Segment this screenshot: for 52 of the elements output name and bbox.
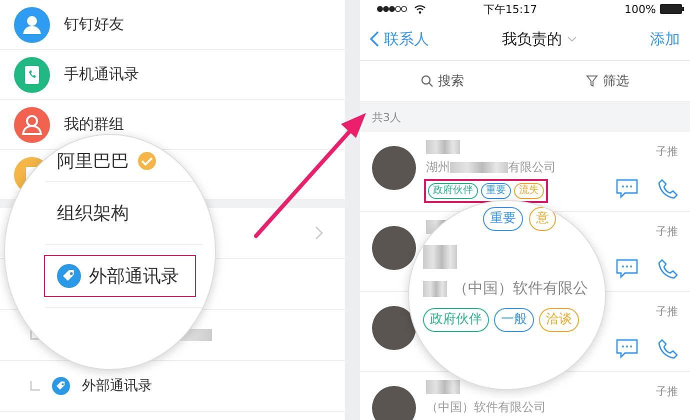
status-time: 下午15:17 [482,2,538,16]
caret-icon [567,36,577,42]
back-chevron-icon [370,31,379,47]
battery-percent: 100% [624,2,656,16]
company-name: （中国）软件有限公司 [426,399,546,416]
tag: 政府伙伴 [423,308,489,332]
search-icon [421,75,433,87]
role-label: 子推 [656,224,678,239]
list-item-label[interactable]: 钉钉好友 [64,15,124,34]
company-name: （中国）软件有限公 [453,279,588,298]
tag: 政府伙伴 [428,183,478,199]
role-label: 子推 [656,384,678,399]
phone-icon[interactable] [658,259,678,279]
company-name: 湖州 [426,159,450,176]
blurred-name [426,140,460,154]
tag-icon [52,377,70,395]
role-label: 子推 [656,304,678,319]
view-dropdown[interactable]: 我负责的 [502,30,577,48]
avatar [372,386,416,420]
tag: 洽谈 [539,308,579,332]
chat-icon[interactable] [616,339,638,359]
chat-icon[interactable] [616,259,638,279]
company-name: 阿里巴巴 [57,150,129,173]
tag-icon [57,264,81,288]
filter-button[interactable]: 筛选 [586,72,629,90]
avatar [372,306,416,350]
blurred-name [423,245,457,269]
tag: 流失 [514,183,544,199]
wifi-icon [414,4,426,14]
tag: 意 [529,207,556,231]
phone-icon[interactable] [658,339,678,359]
contact-count: 共3人 [372,110,401,124]
role-label: 子推 [656,144,678,159]
list-item-label[interactable]: 外部通讯录 [89,264,179,288]
tag: 一般 [494,308,534,332]
chevron-icon [315,226,323,240]
tag: 重要 [481,183,511,199]
blurred-name [426,380,460,394]
company-name: 有限公司 [508,159,556,176]
list-item-label[interactable]: 手机通讯录 [64,65,139,84]
filter-icon [586,75,598,87]
phone-icon[interactable] [658,179,678,199]
chat-icon[interactable] [616,179,638,199]
battery-icon [660,4,684,14]
avatar [372,146,416,190]
list-item-label[interactable]: 组织架构 [57,201,129,225]
list-item-label[interactable]: 我的群组 [64,115,124,134]
search-button[interactable]: 搜索 [421,72,464,90]
avatar [372,226,416,270]
tag: 重要 [483,207,523,231]
list-item-label[interactable]: 外部通讯录 [82,377,152,395]
signal-icon [376,5,410,13]
